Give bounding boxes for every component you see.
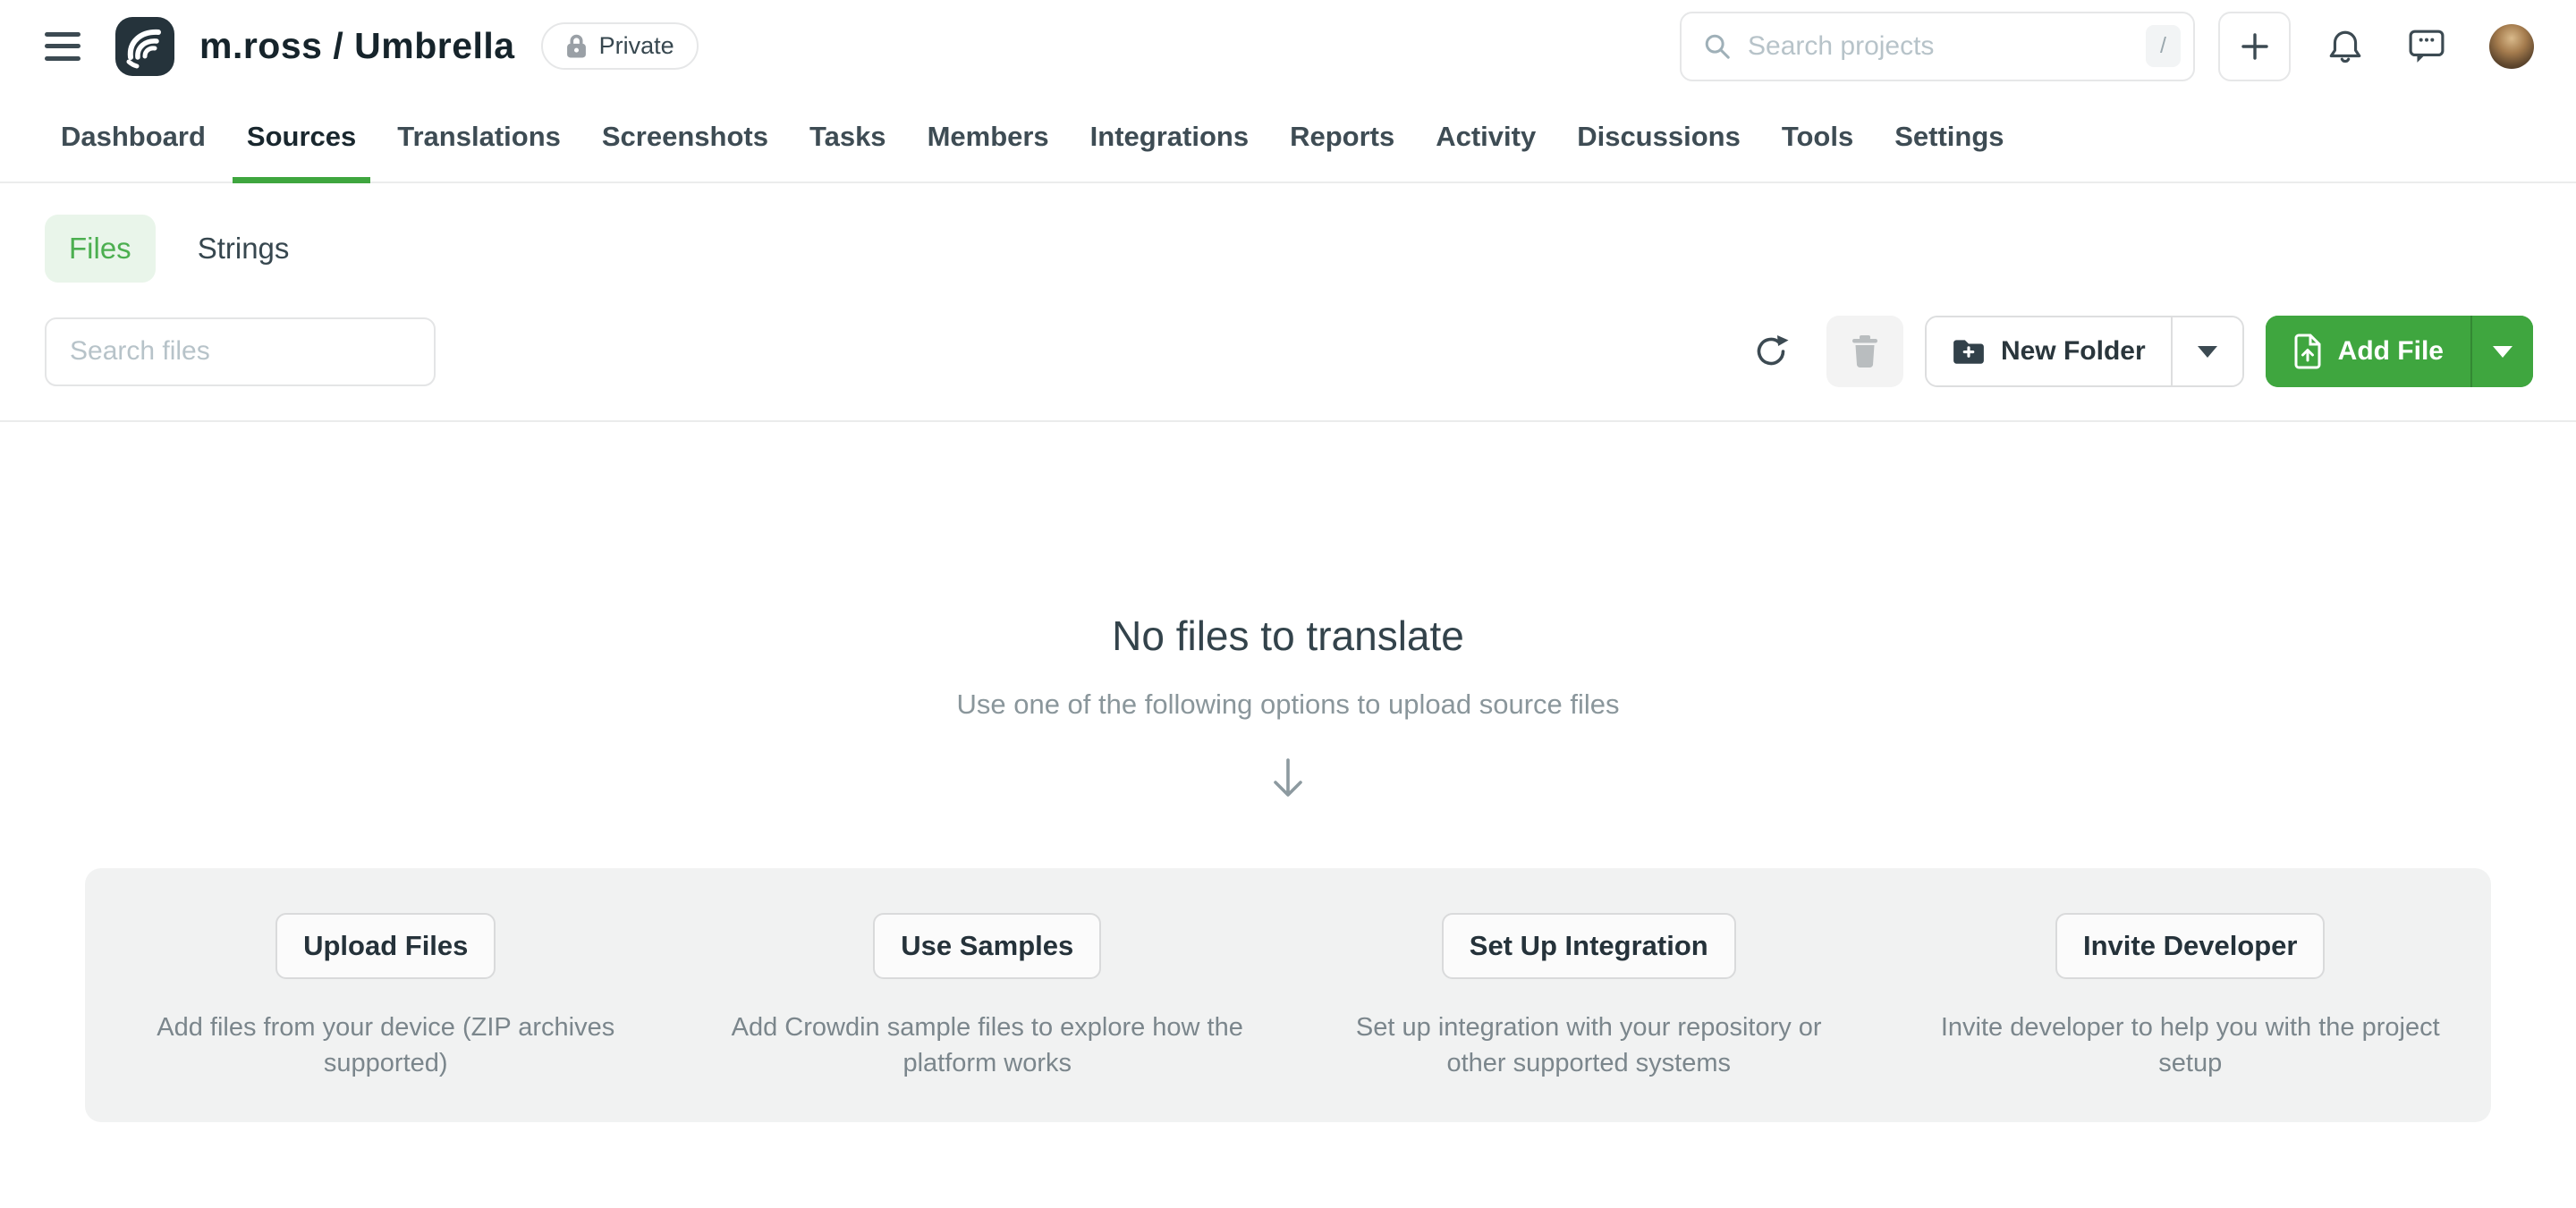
invite-developer-description: Invite developer to help you with the pr… — [1933, 1009, 2447, 1081]
search-icon — [1703, 32, 1732, 61]
user-avatar[interactable] — [2489, 24, 2534, 69]
files-toolbar: New Folder Add File — [0, 283, 2576, 387]
project-nav: Dashboard Sources Translations Screensho… — [0, 92, 2576, 183]
crowdin-project-page: m.ross / Umbrella Private / — [0, 0, 2576, 1208]
option-upload-files: Upload Files Add files from your device … — [85, 913, 687, 1122]
new-folder-label: New Folder — [2001, 336, 2146, 367]
empty-state: No files to translate Use one of the fol… — [0, 612, 2576, 806]
set-up-integration-button[interactable]: Set Up Integration — [1442, 913, 1736, 979]
add-file-button[interactable]: Add File — [2266, 316, 2470, 387]
trash-icon — [1850, 334, 1880, 368]
create-project-button[interactable] — [2218, 12, 2291, 81]
tab-dashboard[interactable]: Dashboard — [47, 92, 220, 182]
chat-icon — [2409, 30, 2445, 63]
tab-tools[interactable]: Tools — [1767, 92, 1868, 182]
search-files-input[interactable] — [45, 317, 436, 386]
tab-screenshots[interactable]: Screenshots — [588, 92, 783, 182]
privacy-badge: Private — [541, 22, 699, 70]
use-samples-button[interactable]: Use Samples — [873, 913, 1101, 979]
option-use-samples: Use Samples Add Crowdin sample files to … — [687, 913, 1289, 1122]
chevron-down-icon — [2493, 346, 2512, 358]
new-folder-split-button: New Folder — [1925, 316, 2244, 387]
file-upload-icon — [2292, 333, 2323, 370]
subtab-strings[interactable]: Strings — [198, 232, 290, 266]
lock-icon — [565, 33, 588, 60]
subtab-files[interactable]: Files — [45, 215, 156, 283]
top-header: m.ross / Umbrella Private / — [0, 0, 2576, 92]
arrow-down-icon — [0, 756, 2576, 806]
tab-activity[interactable]: Activity — [1421, 92, 1550, 182]
tab-integrations[interactable]: Integrations — [1076, 92, 1263, 182]
tab-reports[interactable]: Reports — [1275, 92, 1409, 182]
sources-subtabs: Files Strings — [0, 183, 2576, 283]
add-file-label: Add File — [2338, 336, 2444, 367]
new-folder-button[interactable]: New Folder — [1927, 317, 2171, 385]
project-title[interactable]: m.ross / Umbrella — [199, 25, 515, 67]
delete-button[interactable] — [1826, 316, 1903, 387]
project-search: / — [1680, 12, 2195, 81]
upload-options-panel: Upload Files Add files from your device … — [85, 868, 2491, 1122]
tab-discussions[interactable]: Discussions — [1563, 92, 1755, 182]
option-invite-developer: Invite Developer Invite developer to hel… — [1890, 913, 2492, 1122]
add-file-dropdown-button[interactable] — [2470, 316, 2533, 387]
search-shortcut-key: / — [2146, 25, 2181, 67]
plus-icon — [2240, 31, 2270, 62]
chevron-down-icon — [2198, 346, 2217, 358]
folder-plus-icon — [1952, 337, 1986, 366]
privacy-badge-label: Private — [599, 32, 674, 60]
empty-state-subtitle: Use one of the following options to uplo… — [0, 688, 2576, 721]
menu-icon[interactable] — [45, 32, 80, 61]
search-projects-input[interactable] — [1748, 31, 2146, 62]
crowdin-logo[interactable] — [115, 17, 174, 76]
invite-developer-button[interactable]: Invite Developer — [2055, 913, 2325, 979]
toolbar-divider — [0, 420, 2576, 422]
notifications-button[interactable] — [2328, 28, 2362, 65]
set-up-integration-description: Set up integration with your repository … — [1332, 1009, 1846, 1081]
option-set-up-integration: Set Up Integration Set up integration wi… — [1288, 913, 1890, 1122]
tab-members[interactable]: Members — [913, 92, 1063, 182]
tab-translations[interactable]: Translations — [383, 92, 575, 182]
new-folder-dropdown-button[interactable] — [2171, 317, 2242, 385]
tab-sources[interactable]: Sources — [233, 92, 370, 182]
tab-tasks[interactable]: Tasks — [795, 92, 901, 182]
refresh-button[interactable] — [1753, 334, 1789, 369]
messages-button[interactable] — [2409, 30, 2445, 63]
upload-files-button[interactable]: Upload Files — [275, 913, 496, 979]
use-samples-description: Add Crowdin sample files to explore how … — [730, 1009, 1244, 1081]
tab-settings[interactable]: Settings — [1880, 92, 2018, 182]
add-file-split-button: Add File — [2266, 316, 2533, 387]
empty-state-title: No files to translate — [0, 612, 2576, 660]
crowdin-mark-icon — [115, 17, 174, 76]
refresh-icon — [1753, 334, 1789, 369]
bell-icon — [2328, 28, 2362, 65]
upload-files-description: Add files from your device (ZIP archives… — [129, 1009, 643, 1081]
